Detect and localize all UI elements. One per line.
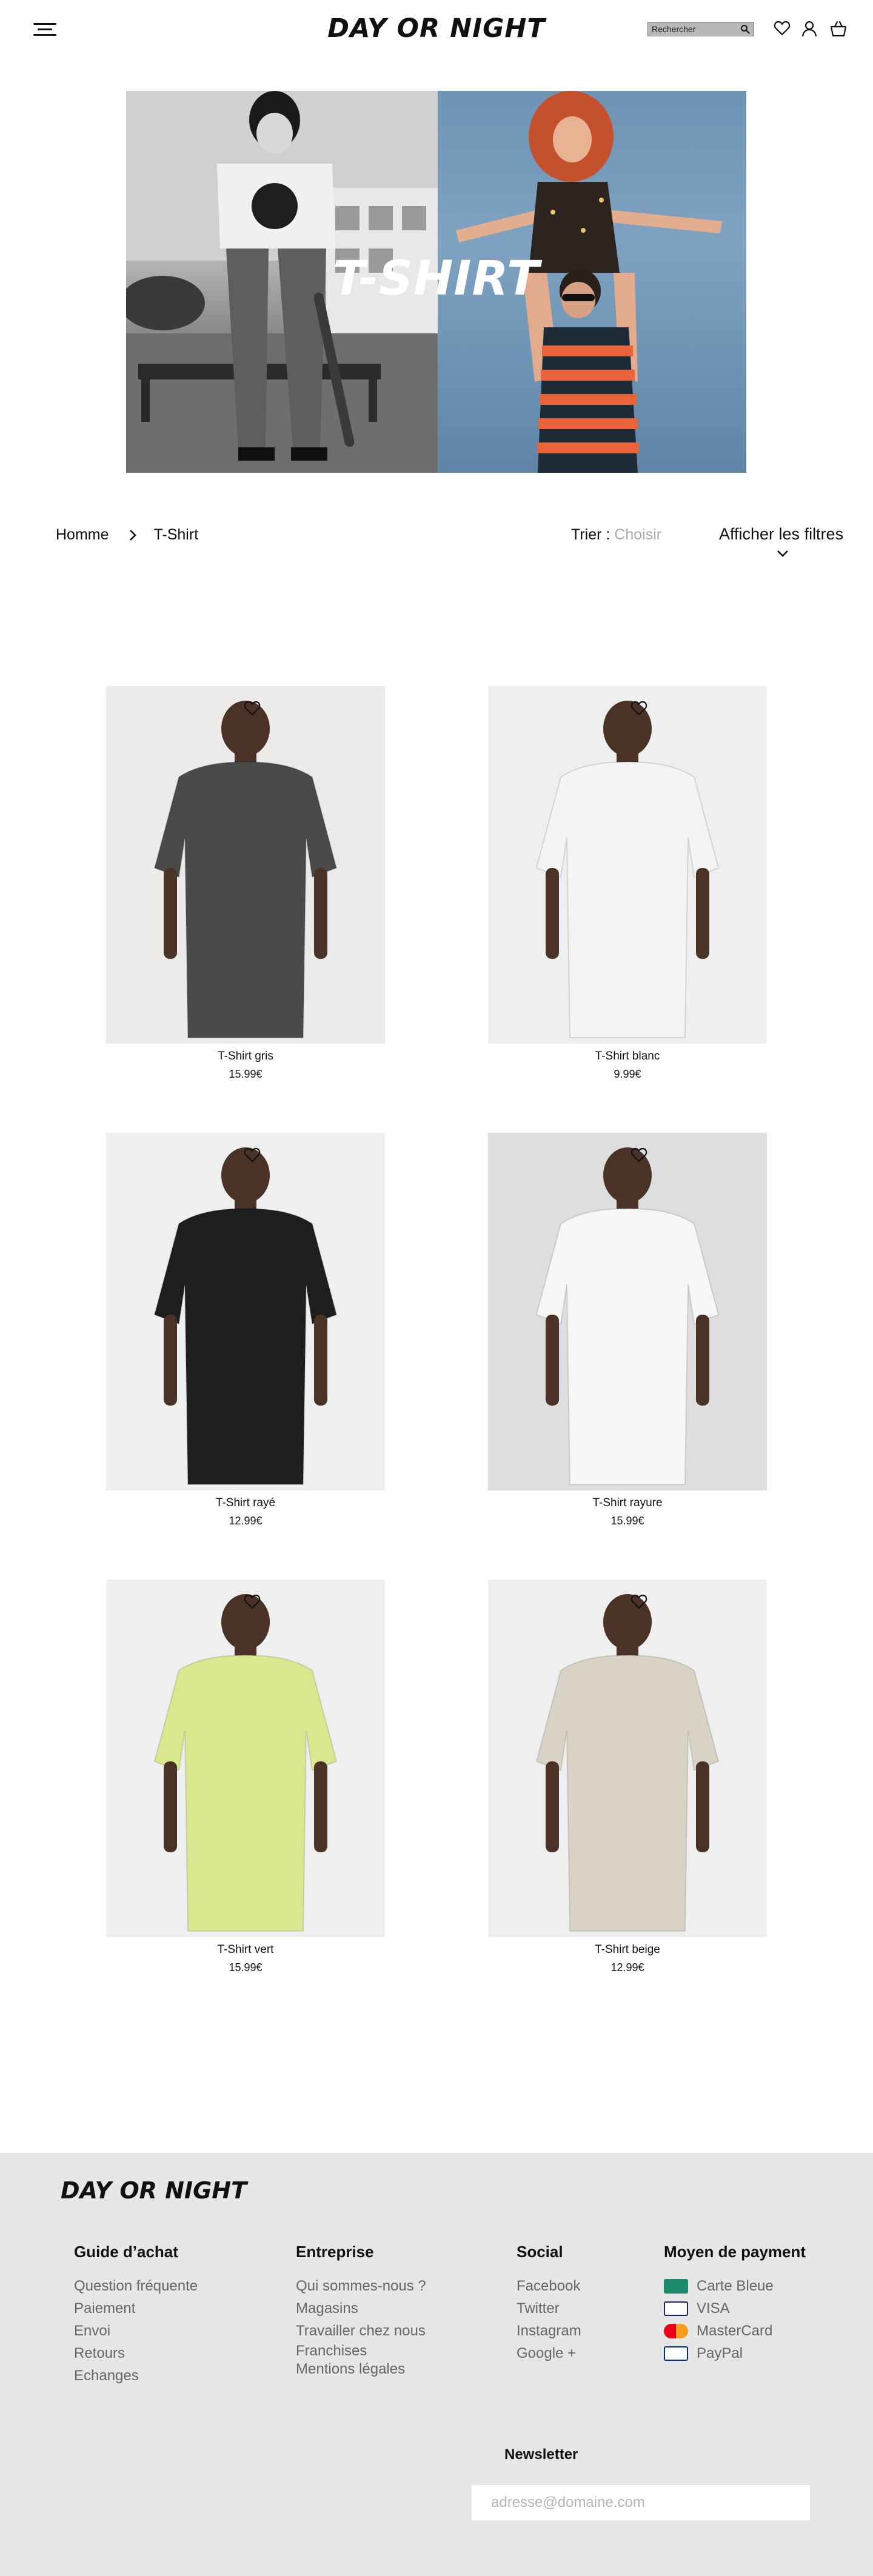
footer-logo[interactable]: DAY OR NIGHT	[61, 2177, 247, 2204]
menu-icon[interactable]	[33, 23, 56, 36]
footer-link[interactable]: Envoi	[74, 2320, 198, 2342]
product-model-illustration	[153, 1147, 338, 1485]
footer-link-facebook[interactable]: Facebook	[517, 2275, 581, 2297]
product-name[interactable]: T-Shirt rayé	[106, 1497, 385, 1510]
mastercard-icon	[664, 2323, 688, 2338]
footer-link-twitter[interactable]: Twitter	[517, 2297, 581, 2320]
product-image[interactable]	[106, 686, 385, 1044]
product-model-illustration	[535, 1147, 720, 1485]
menu-bar	[38, 28, 52, 30]
product-price: 15.99€	[610, 1515, 644, 1527]
product-model-illustration	[535, 1594, 720, 1932]
footer-link[interactable]: Echanges	[74, 2364, 198, 2387]
menu-bar	[33, 34, 56, 36]
payment-label: PayPal	[697, 2345, 743, 2361]
footer-column-title: Social	[517, 2243, 563, 2261]
heart-icon[interactable]	[630, 701, 647, 716]
site-footer: DAY OR NIGHT Guide d’achat Question fréq…	[0, 2153, 873, 2576]
product-image[interactable]	[488, 686, 767, 1044]
footer-link-instagram[interactable]: Instagram	[517, 2320, 581, 2342]
basket-icon[interactable]	[829, 19, 848, 38]
sort-select[interactable]: Choisir	[614, 526, 661, 543]
footer-link[interactable]: Magasins	[296, 2297, 426, 2320]
footer-column-guide: Guide d’achat Question fréquente Paiemen…	[74, 2243, 198, 2387]
chevron-down-icon[interactable]	[776, 549, 789, 558]
search-icon[interactable]	[740, 24, 750, 34]
product-name[interactable]: T-Shirt gris	[106, 1050, 385, 1063]
footer-column-title: Entreprise	[296, 2243, 374, 2261]
product-price: 12.99€	[229, 1515, 263, 1527]
product-price: 15.99€	[229, 1961, 263, 1974]
footer-column-company: Entreprise Qui sommes-nous ? Magasins Tr…	[296, 2243, 426, 2378]
breadcrumb-current: T-Shirt	[153, 526, 199, 543]
search-box[interactable]	[647, 22, 754, 36]
carte-bleue-icon	[664, 2278, 688, 2294]
newsletter-title: Newsletter	[504, 2446, 578, 2463]
footer-link[interactable]: Qui sommes-nous ?	[296, 2275, 426, 2297]
product-image[interactable]	[106, 1580, 385, 1937]
heart-icon[interactable]	[244, 701, 261, 716]
user-icon[interactable]	[800, 19, 818, 38]
product-model-illustration	[535, 701, 720, 1038]
footer-column-title: Moyen de payment	[664, 2243, 806, 2261]
product-image[interactable]	[488, 1580, 767, 1937]
payment-label: MasterCard	[697, 2323, 773, 2339]
footer-link[interactable]: Retours	[74, 2342, 198, 2364]
payment-label: Carte Bleue	[697, 2278, 774, 2294]
chevron-right-icon	[129, 529, 136, 541]
heart-icon[interactable]	[630, 1147, 647, 1163]
payment-method: VISA	[664, 2297, 806, 2320]
product-price: 9.99€	[614, 1068, 641, 1080]
heart-icon[interactable]	[244, 1147, 261, 1163]
footer-link[interactable]: Franchises	[296, 2342, 426, 2360]
search-input[interactable]	[652, 24, 740, 34]
footer-link[interactable]: Paiement	[74, 2297, 198, 2320]
footer-column-social: Social Facebook Twitter Instagram Google…	[517, 2243, 581, 2364]
hero-banner: T-SHIRT	[126, 91, 746, 473]
product-model-illustration	[153, 1594, 338, 1932]
site-header: DAY OR NIGHT	[0, 0, 873, 61]
newsletter-email-input[interactable]	[472, 2485, 810, 2520]
show-filters-button[interactable]: Afficher les filtres	[719, 525, 843, 544]
payment-label: VISA	[697, 2300, 730, 2317]
product-image[interactable]	[106, 1133, 385, 1490]
paypal-icon	[664, 2346, 688, 2361]
sort-control[interactable]: Trier : Choisir	[571, 526, 661, 544]
payment-method: PayPal	[664, 2342, 806, 2364]
product-name[interactable]: T-Shirt vert	[106, 1943, 385, 1957]
product-image[interactable]	[488, 1133, 767, 1490]
footer-link-google-plus[interactable]: Google +	[517, 2342, 581, 2364]
breadcrumb: Homme T-Shirt	[56, 526, 198, 544]
footer-link[interactable]: Travailler chez nous	[296, 2320, 426, 2342]
payment-method: Carte Bleue	[664, 2275, 806, 2297]
footer-link[interactable]: Mentions légales	[296, 2360, 426, 2378]
product-name[interactable]: T-Shirt rayure	[488, 1497, 767, 1510]
heart-icon[interactable]	[244, 1594, 261, 1610]
footer-column-payment: Moyen de payment Carte Bleue VISA Master…	[664, 2243, 806, 2364]
hero-title: T-SHIRT	[332, 252, 540, 306]
heart-icon[interactable]	[773, 19, 791, 38]
site-logo[interactable]: DAY OR NIGHT	[315, 13, 558, 44]
product-model-illustration	[153, 701, 338, 1038]
visa-icon	[664, 2301, 688, 2316]
product-name[interactable]: T-Shirt beige	[488, 1943, 767, 1957]
breadcrumb-home[interactable]: Homme	[56, 526, 109, 544]
footer-column-title: Guide d’achat	[74, 2243, 178, 2261]
payment-method: MasterCard	[664, 2320, 806, 2342]
heart-icon[interactable]	[630, 1594, 647, 1610]
product-price: 15.99€	[229, 1068, 263, 1080]
footer-link[interactable]: Question fréquente	[74, 2275, 198, 2297]
product-price: 12.99€	[610, 1961, 644, 1974]
sort-label: Trier :	[571, 526, 610, 543]
product-name[interactable]: T-Shirt blanc	[488, 1050, 767, 1063]
menu-bar	[33, 23, 56, 25]
